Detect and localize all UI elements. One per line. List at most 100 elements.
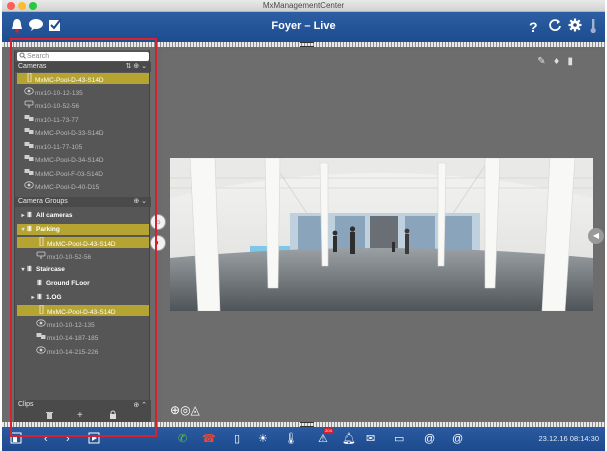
collapsed-chevron-icon[interactable]: ▸ bbox=[19, 211, 27, 222]
group-camera-item[interactable]: mx10-10-12-135 bbox=[17, 319, 149, 330]
view-tools: ✎ ♦ ▮ bbox=[537, 56, 573, 67]
expanded-chevron-icon[interactable]: ▾ bbox=[19, 225, 27, 236]
group-item[interactable]: Ⅲ Ground FLoor bbox=[17, 278, 149, 289]
groups-tools[interactable]: ⊕ ⌄ bbox=[133, 197, 147, 207]
group-camera-item[interactable]: mx10-14-187-185 bbox=[17, 332, 149, 343]
camera-item[interactable]: MxMC-Pool-F-03-S14D bbox=[17, 168, 149, 179]
camera-video[interactable] bbox=[170, 158, 593, 311]
camera-groups-header: Camera Groups ⊕ ⌄ bbox=[15, 197, 151, 207]
group-icon: Ⅲ bbox=[27, 266, 32, 274]
cameras-tools[interactable]: ⇅ ⊕ ⌄ bbox=[126, 62, 148, 72]
camera-item[interactable]: mx10-11-73-77 bbox=[17, 114, 149, 125]
group-camera-item[interactable]: mx10-14-215-226 bbox=[17, 346, 149, 357]
dual-camera-icon bbox=[23, 114, 35, 126]
dual-camera-icon bbox=[23, 168, 35, 180]
screen-icon[interactable]: ▭ bbox=[394, 432, 404, 446]
thermometer-icon[interactable] bbox=[589, 18, 597, 38]
half-circle-handle[interactable]: ◐ bbox=[150, 235, 166, 251]
zoom-in-icon[interactable]: ⊕ bbox=[170, 403, 180, 417]
camera-item-label: mx10-11-77-105 bbox=[35, 143, 83, 151]
bottom-toolbar: ‹ › ✆ ☎ ▯ ☀ 🌡 ⚠ 204 🔔︎ ✉ ▭ @ @ 23.12.16 … bbox=[2, 427, 605, 451]
group-icon: Ⅲ bbox=[27, 225, 32, 233]
search-input[interactable]: Search bbox=[17, 52, 149, 61]
clips-panel: Clips ⊕ ⌃ + bbox=[15, 400, 151, 422]
camera-item-label: MxMC-Pool-D-33-S14D bbox=[35, 130, 104, 137]
collapsed-chevron-icon[interactable]: ▸ bbox=[29, 293, 37, 304]
date-time: 23.12.16 08:14:30 bbox=[538, 434, 599, 443]
panel-icon[interactable]: ▮ bbox=[567, 56, 573, 67]
group-item-label: mx10-14-187-185 bbox=[47, 335, 99, 343]
window-title: MxManagementCenter bbox=[262, 1, 345, 10]
pen-icon[interactable]: ✎ bbox=[537, 56, 545, 67]
bell-icon[interactable]: 🔔︎ bbox=[342, 432, 356, 446]
forward-chevron-icon[interactable]: › bbox=[66, 432, 70, 446]
top-resize-handle[interactable] bbox=[300, 42, 314, 47]
dome-camera-icon bbox=[35, 319, 47, 331]
event-icon[interactable]: ⚠ bbox=[318, 432, 328, 446]
group-item-label: Parking bbox=[36, 225, 60, 233]
group-item[interactable]: ▾ Ⅲ Staircase bbox=[17, 264, 149, 275]
back-chevron-icon[interactable]: ‹ bbox=[44, 432, 48, 446]
dual-camera-icon bbox=[23, 141, 35, 153]
window-titlebar: MxManagementCenter bbox=[2, 0, 605, 12]
add-clip-icon[interactable]: + bbox=[77, 410, 83, 421]
dual-camera-icon bbox=[23, 154, 35, 166]
camera-item[interactable]: MxMC-Pool-D-34-S14D bbox=[17, 154, 149, 165]
group-camera-item[interactable]: mx10-10-52-56 bbox=[17, 251, 149, 262]
camera-item[interactable]: mx10-10-52-56 bbox=[17, 100, 149, 111]
refresh-icon[interactable] bbox=[548, 18, 562, 36]
phone-accept-icon[interactable]: ✆ bbox=[178, 432, 187, 446]
player-panel-icon[interactable] bbox=[88, 432, 100, 448]
app-window: MxManagementCenter Foyer – Live ? Search… bbox=[2, 0, 605, 451]
expanded-chevron-icon[interactable]: ▾ bbox=[19, 265, 27, 276]
pin-icon[interactable]: ♦ bbox=[554, 56, 559, 67]
group-item-label: mx10-10-52-56 bbox=[47, 253, 92, 261]
at-icon-secondary[interactable]: @ bbox=[452, 432, 463, 446]
camera-item[interactable]: MxMC-Pool-D-43-S14D bbox=[17, 72, 149, 84]
cameras-header: Cameras ⇅ ⊕ ⌄ bbox=[15, 62, 151, 72]
light-icon[interactable]: ☀ bbox=[258, 432, 268, 446]
group-icon: Ⅲ bbox=[37, 280, 42, 287]
door-icon[interactable]: ▯ bbox=[234, 432, 240, 446]
group-item-label: Staircase bbox=[36, 266, 65, 274]
temperature-icon[interactable]: 🌡 bbox=[284, 432, 298, 446]
pole-camera-icon bbox=[35, 304, 47, 318]
phone-hangup-icon[interactable]: ☎ bbox=[202, 432, 216, 446]
at-icon[interactable]: @ bbox=[424, 432, 435, 446]
help-icon[interactable]: ? bbox=[529, 18, 538, 36]
gear-icon[interactable] bbox=[568, 18, 582, 36]
bullet-camera-icon bbox=[35, 251, 47, 263]
dome-camera-icon bbox=[23, 181, 35, 193]
group-item-label: 1.OG bbox=[46, 293, 62, 301]
lens-icon[interactable]: ◬ bbox=[191, 403, 200, 417]
camera-item[interactable]: mx10-10-12-135 bbox=[17, 86, 149, 99]
group-item-label: mx10-10-12-135 bbox=[47, 321, 95, 329]
camera-item-label: mx10-10-12-135 bbox=[35, 89, 83, 97]
group-camera-item[interactable]: MxMC-Pool-D-43-S14D bbox=[17, 304, 149, 318]
foyer-scene-image bbox=[170, 158, 593, 311]
camera-item-label: mx10-10-52-56 bbox=[35, 103, 80, 110]
group-camera-item[interactable]: MxMC-Pool-D-43-S14D bbox=[17, 236, 149, 250]
group-item[interactable]: ▸ Ⅲ 1.OG bbox=[17, 292, 149, 303]
dual-camera-icon bbox=[23, 127, 35, 139]
brightness-handle[interactable]: ☼ bbox=[150, 214, 166, 230]
clips-tools[interactable]: ⊕ ⌃ bbox=[133, 401, 147, 409]
camera-item[interactable]: mx10-11-77-105 bbox=[17, 141, 149, 152]
camera-item-label: MxMC-Pool-D-40-D15 bbox=[35, 184, 100, 191]
group-item[interactable]: ▾ Ⅲ Parking bbox=[17, 223, 149, 236]
group-item[interactable]: ▸ Ⅲ All cameras bbox=[17, 210, 149, 221]
camera-item[interactable]: MxMC-Pool-D-40-D15 bbox=[17, 181, 149, 192]
group-item-label: Ground FLoor bbox=[46, 280, 90, 287]
pole-camera-icon bbox=[35, 236, 47, 250]
speaker-icon[interactable]: ◀ bbox=[588, 228, 604, 244]
group-item-label: MxMC-Pool-D-43-S14D bbox=[47, 309, 116, 317]
camera-item-label: MxMC-Pool-F-03-S14D bbox=[35, 170, 103, 178]
bullet-camera-icon bbox=[23, 100, 35, 112]
layout-icon[interactable] bbox=[10, 432, 22, 448]
dome-camera-icon bbox=[23, 86, 35, 99]
target-icon[interactable]: ◎ bbox=[180, 403, 190, 417]
mail-icon[interactable]: ✉ bbox=[366, 432, 375, 446]
group-item-label: mx10-14-215-226 bbox=[47, 349, 99, 356]
camera-item[interactable]: MxMC-Pool-D-33-S14D bbox=[17, 127, 149, 138]
view-title: Foyer – Live bbox=[271, 20, 336, 32]
